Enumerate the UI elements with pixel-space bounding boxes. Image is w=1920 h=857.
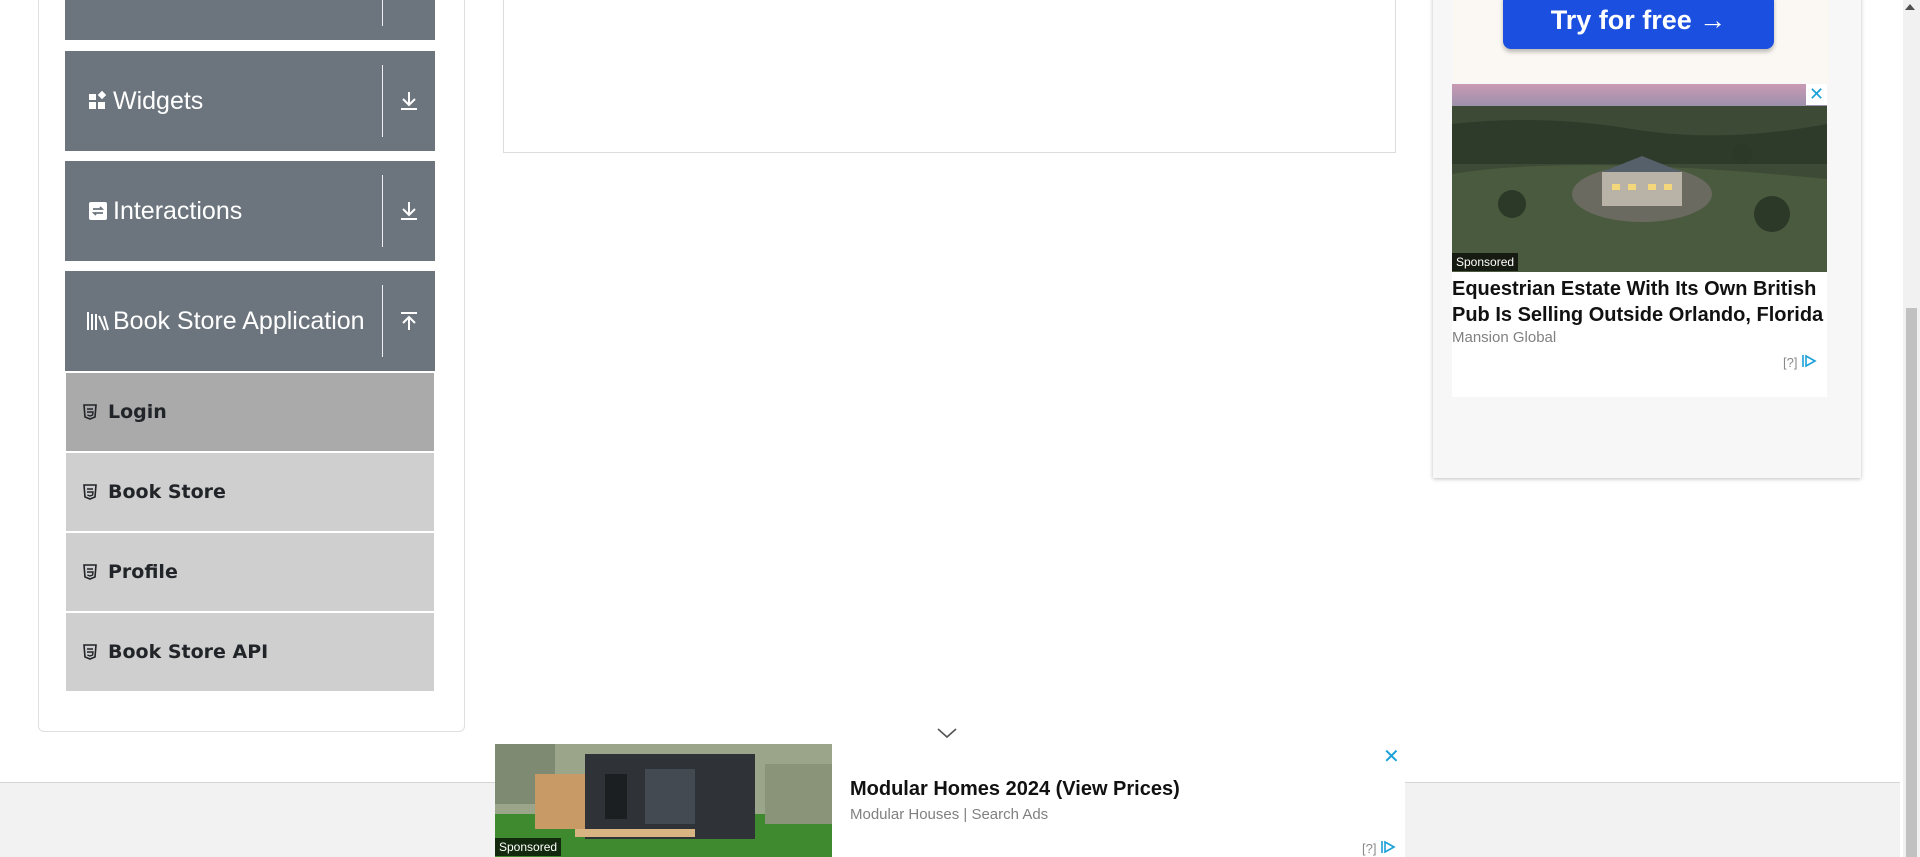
sponsored-tag: Sponsored <box>1452 253 1519 271</box>
ad-info[interactable]: [?] <box>1362 840 1397 857</box>
close-icon[interactable]: ✕ <box>1383 744 1400 769</box>
adchoices-icon <box>1380 840 1397 857</box>
html5-icon <box>83 564 99 580</box>
collapse-toggle-icon <box>383 0 435 40</box>
sidebar-group-label: Book Store Application <box>113 306 365 335</box>
ad-info-label: [?] <box>1362 841 1377 856</box>
ad-estate-image[interactable] <box>1452 84 1827 272</box>
download-icon[interactable] <box>383 51 435 151</box>
sidebar-item-label: Login <box>108 401 167 423</box>
sidebar-group-interactions[interactable]: Interactions <box>65 161 435 261</box>
chevron-down-icon[interactable] <box>936 726 958 744</box>
ad-source: Mansion Global <box>1452 329 1557 346</box>
sidebar-group-book-store-application[interactable]: Book Store Application <box>65 271 435 371</box>
book-shelf-icon <box>85 310 111 332</box>
ad-headline[interactable]: Equestrian Estate With Its Own British P… <box>1452 276 1832 328</box>
try-for-free-button[interactable]: Try for free → <box>1503 0 1774 49</box>
bottom-ad-source: Modular Houses | Search Ads <box>850 806 1049 823</box>
upload-icon[interactable] <box>383 271 435 371</box>
download-icon[interactable] <box>383 161 435 261</box>
sidebar-group-label: Widgets <box>113 86 204 115</box>
sidebar-item-label: Book Store <box>108 481 226 503</box>
sponsored-tag: Sponsored <box>495 838 562 856</box>
interactions-icon <box>85 201 111 221</box>
sidebar-item-profile[interactable]: Profile <box>66 533 434 611</box>
sidebar-group-widgets[interactable]: Widgets <box>65 51 435 151</box>
main-content-box <box>503 0 1396 153</box>
sidebar-item-label: Book Store API <box>108 641 269 663</box>
bottom-ad-headline[interactable]: Modular Homes 2024 (View Prices) <box>850 778 1180 801</box>
widgets-icon <box>85 91 111 111</box>
sidebar-group-partial[interactable] <box>65 0 435 40</box>
html5-icon <box>83 644 99 660</box>
adchoices-icon <box>1801 354 1818 371</box>
sidebar-item-label: Profile <box>108 561 178 583</box>
scrollbar-thumb[interactable] <box>1906 308 1917 857</box>
divider <box>382 175 383 247</box>
ad-info[interactable]: [?] <box>1783 354 1818 371</box>
divider <box>382 65 383 137</box>
sidebar-item-login[interactable]: Login <box>66 373 434 451</box>
sidebar-item-book-store-api[interactable]: Book Store API <box>66 613 434 691</box>
sidebar-item-book-store[interactable]: Book Store <box>66 453 434 531</box>
ad-info-label: [?] <box>1783 355 1798 370</box>
divider <box>382 0 383 26</box>
scroll-up-arrow-icon[interactable] <box>1905 4 1915 10</box>
html5-icon <box>83 404 99 420</box>
sidebar-group-label: Interactions <box>113 196 243 225</box>
html5-icon <box>83 484 99 500</box>
close-icon[interactable]: ✕ <box>1806 84 1827 105</box>
divider <box>382 285 383 357</box>
